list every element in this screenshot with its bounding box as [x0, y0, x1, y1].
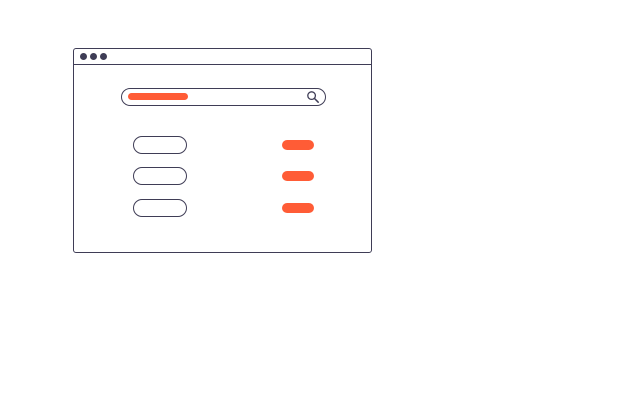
browser-window — [73, 48, 372, 253]
page — [0, 0, 621, 401]
list-item-action-button[interactable] — [282, 203, 314, 213]
list-item[interactable] — [133, 136, 187, 154]
list-item[interactable] — [133, 199, 187, 217]
window-titlebar — [74, 49, 371, 65]
search-query-placeholder — [128, 93, 188, 100]
search-input[interactable] — [121, 88, 326, 106]
search-icon[interactable] — [306, 90, 320, 104]
list-item-action-button[interactable] — [282, 171, 314, 181]
window-maximize-dot[interactable] — [100, 53, 107, 60]
list-item[interactable] — [133, 167, 187, 185]
window-close-dot[interactable] — [80, 53, 87, 60]
window-minimize-dot[interactable] — [90, 53, 97, 60]
list-item-action-button[interactable] — [282, 140, 314, 150]
